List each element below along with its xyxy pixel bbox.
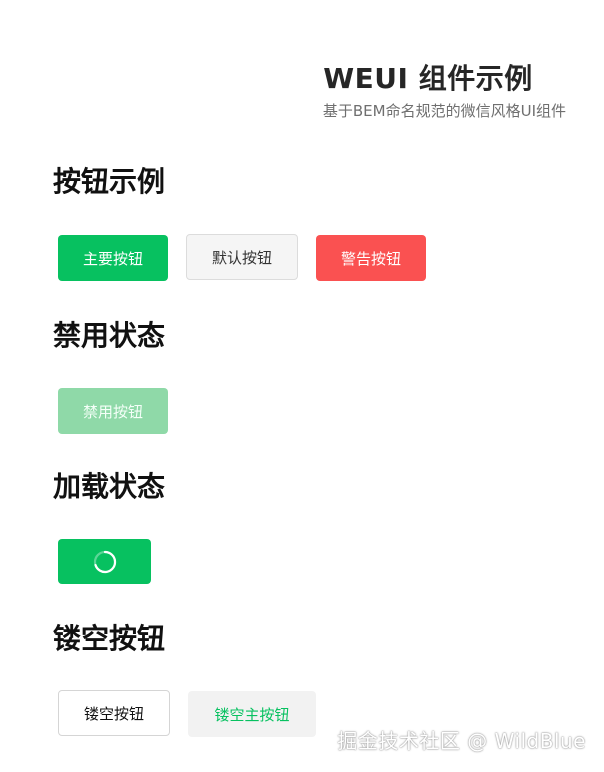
plain-button[interactable]: 镂空按钮: [58, 690, 170, 736]
warn-button-label: 警告按钮: [340, 249, 401, 268]
page-subtitle: 基于BEM命名规范的微信风格UI组件: [322, 102, 566, 120]
loading-spinner-icon: [93, 550, 116, 573]
page-title: WEUI 组件示例: [323, 61, 533, 95]
primary-button-label: 主要按钮: [82, 249, 143, 268]
loading-button[interactable]: [58, 539, 151, 584]
plain-primary-button-label: 镂空主按钮: [214, 705, 290, 724]
section-title-disabled: 禁用状态: [53, 319, 166, 352]
primary-button[interactable]: 主要按钮: [58, 235, 168, 281]
warn-button[interactable]: 警告按钮: [316, 235, 426, 281]
section-title-loading: 加载状态: [53, 470, 166, 503]
section-title-buttons: 按钮示例: [53, 165, 166, 198]
plain-button-label: 镂空按钮: [83, 704, 144, 723]
plain-primary-button[interactable]: 镂空主按钮: [188, 691, 316, 737]
default-button[interactable]: 默认按钮: [186, 234, 298, 280]
disabled-button: 禁用按钮: [58, 388, 168, 434]
default-button-label: 默认按钮: [211, 248, 272, 267]
section-title-plain: 镂空按钮: [53, 622, 166, 655]
disabled-button-label: 禁用按钮: [82, 402, 143, 421]
watermark: 掘金技术社区 @ WildBlue: [337, 729, 586, 753]
